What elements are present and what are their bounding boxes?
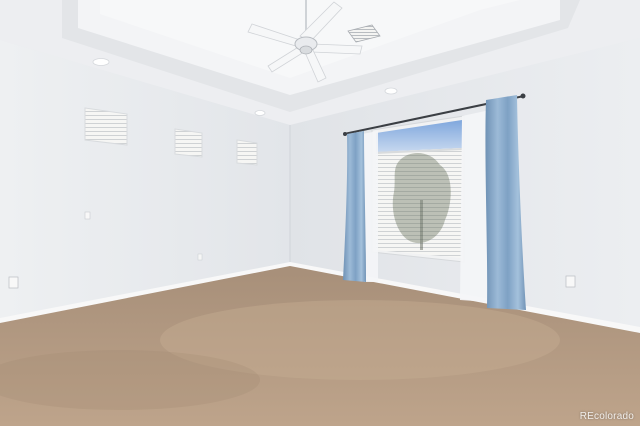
outlet-icon — [84, 211, 91, 220]
room-scene — [0, 0, 640, 426]
main-window — [371, 115, 465, 263]
outlet-icon — [565, 275, 576, 288]
curtain-rod-finial — [343, 132, 347, 136]
small-window-middle — [174, 128, 203, 158]
watermark: REcolorado — [579, 411, 634, 422]
curtain-rod-finial — [520, 93, 526, 99]
recessed-light-icon — [384, 87, 398, 95]
small-window-right — [236, 139, 258, 166]
small-window-left — [84, 107, 128, 146]
outlet-icon — [8, 276, 19, 289]
recessed-light-icon — [254, 110, 266, 116]
outlet-icon — [197, 253, 203, 261]
recessed-light-icon — [92, 58, 110, 66]
